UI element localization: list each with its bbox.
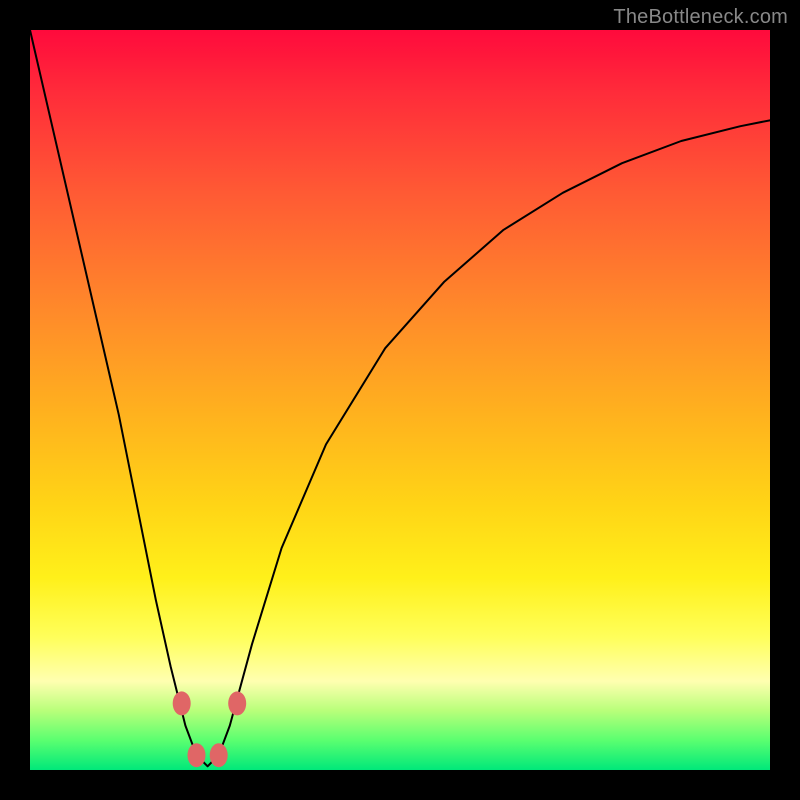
- bottleneck-curve: [30, 30, 770, 766]
- curve-canvas: [30, 30, 770, 770]
- curve-marker: [173, 691, 191, 715]
- curve-marker: [228, 691, 246, 715]
- plot-area: [30, 30, 770, 770]
- chart-frame: TheBottleneck.com: [0, 0, 800, 800]
- curve-markers: [173, 691, 247, 767]
- curve-marker: [210, 743, 228, 767]
- watermark-text: TheBottleneck.com: [613, 6, 788, 29]
- curve-marker: [188, 743, 206, 767]
